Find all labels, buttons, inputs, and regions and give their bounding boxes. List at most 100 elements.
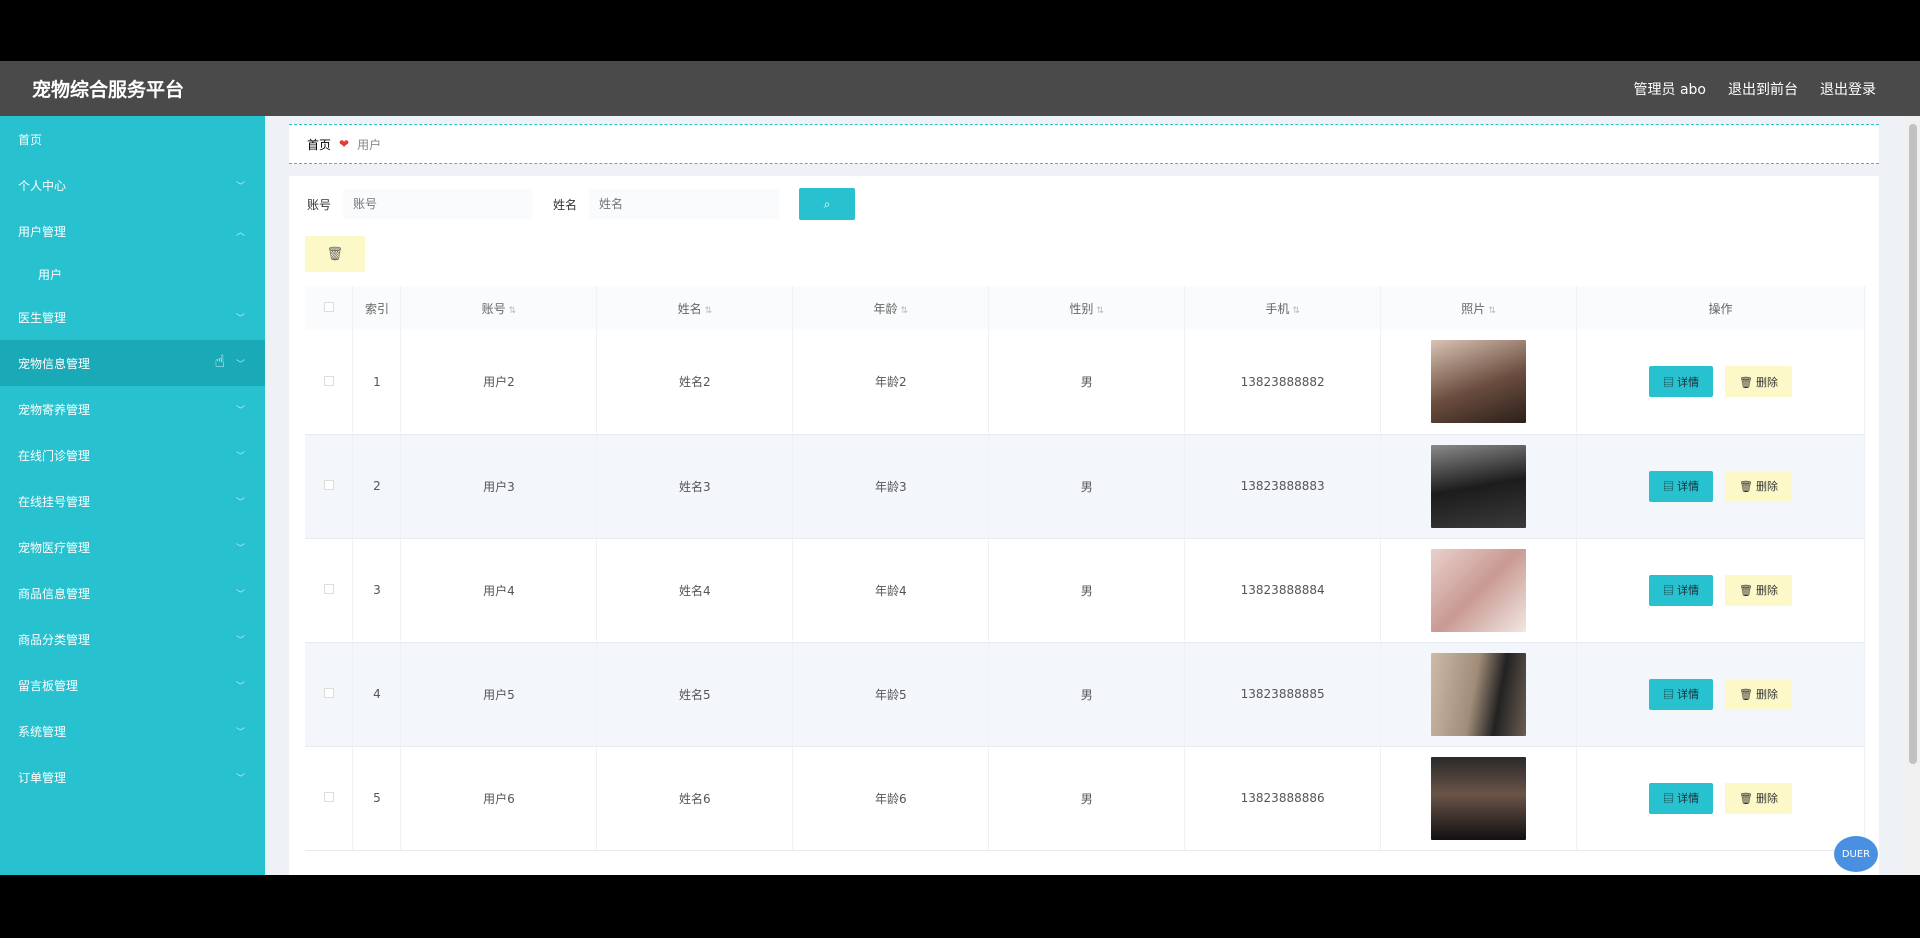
sort-icon[interactable]: ⇅: [705, 306, 713, 316]
cell-account: 用户5: [400, 642, 598, 747]
sidebar-subitem-user[interactable]: 用户: [0, 254, 265, 294]
cell-gender: 男: [988, 434, 1186, 539]
delete-button[interactable]: 🗑 删除: [1724, 470, 1792, 502]
cell-index: 3: [352, 538, 402, 643]
cell-actions: ▤ 详情 🗑 删除: [1576, 434, 1865, 539]
row-select-cell: [305, 642, 354, 747]
cell-photo: [1380, 746, 1578, 851]
detail-icon: ▤: [1663, 689, 1675, 701]
detail-button[interactable]: ▤ 详情: [1649, 574, 1714, 606]
col-phone[interactable]: 手机 ⇅: [1184, 286, 1382, 330]
row-checkbox[interactable]: [323, 480, 334, 490]
detail-icon: ▤: [1663, 481, 1675, 493]
sidebar-item-user-mgmt[interactable]: 用户管理 ︿: [0, 208, 265, 254]
cell-gender: 男: [988, 330, 1186, 435]
row-select-cell: [305, 330, 354, 435]
delete-button[interactable]: 🗑 删除: [1724, 366, 1792, 398]
sort-icon[interactable]: ⇅: [1292, 306, 1300, 316]
cell-phone: 13823888885: [1184, 642, 1382, 747]
table-row: 3 用户4 姓名4 年龄4 男 13823888884 ▤ 详情 🗑 删除: [305, 538, 1865, 643]
user-photo[interactable]: [1431, 756, 1527, 840]
name-search-input[interactable]: [589, 189, 780, 219]
select-all-checkbox[interactable]: [323, 302, 334, 312]
chevron-up-icon: ︿: [235, 227, 245, 238]
row-checkbox[interactable]: [323, 792, 334, 802]
sort-icon[interactable]: ⇅: [1488, 306, 1496, 316]
row-select-cell: [305, 434, 354, 539]
sidebar-item-label: 宠物信息管理: [18, 356, 91, 371]
cell-index: 4: [352, 642, 402, 747]
user-photo[interactable]: [1431, 340, 1527, 424]
cell-account: 用户6: [400, 746, 598, 851]
logout-link[interactable]: 退出登录: [1820, 79, 1876, 99]
sidebar-item-label: 用户管理: [18, 224, 67, 239]
search-button[interactable]: ⌕: [799, 188, 856, 220]
sidebar-item-pet-info[interactable]: 宠物信息管理 ☝ ﹀: [0, 340, 265, 386]
sidebar-item-registration[interactable]: 在线挂号管理 ﹀: [0, 478, 265, 524]
sidebar-item-product-category[interactable]: 商品分类管理 ﹀: [0, 616, 265, 662]
sidebar-item-clinic[interactable]: 在线门诊管理 ﹀: [0, 432, 265, 478]
detail-button[interactable]: ▤ 详情: [1649, 366, 1714, 398]
cell-phone: 13823888883: [1184, 434, 1382, 539]
breadcrumb-home[interactable]: 首页: [307, 136, 331, 153]
sidebar-item-profile[interactable]: 个人中心 ﹀: [0, 162, 265, 208]
col-name[interactable]: 姓名 ⇅: [596, 286, 794, 330]
sidebar-item-pet-medical[interactable]: 宠物医疗管理 ﹀: [0, 524, 265, 570]
col-photo[interactable]: 照片 ⇅: [1380, 286, 1578, 330]
row-checkbox[interactable]: [323, 584, 334, 594]
col-account[interactable]: 账号 ⇅: [400, 286, 598, 330]
breadcrumb: 首页 ❤ 用户: [289, 124, 1879, 164]
sort-icon[interactable]: ⇅: [1096, 306, 1104, 316]
cell-account: 用户3: [400, 434, 598, 539]
trash-icon: 🗑: [1738, 689, 1753, 701]
sidebar-item-orders[interactable]: 订单管理 ﹀: [0, 754, 265, 800]
chevron-down-icon: ﹀: [235, 727, 245, 738]
delete-button[interactable]: 🗑 删除: [1724, 782, 1792, 814]
sidebar-item-doctor[interactable]: 医生管理 ﹀: [0, 294, 265, 340]
breadcrumb-current: 用户: [357, 137, 382, 152]
sidebar-item-product-info[interactable]: 商品信息管理 ﹀: [0, 570, 265, 616]
sidebar-item-pet-boarding[interactable]: 宠物寄养管理 ﹀: [0, 386, 265, 432]
table-header-row: 索引 账号 ⇅ 姓名 ⇅ 年龄 ⇅ 性别 ⇅ 手机 ⇅ 照片 ⇅ 操作: [305, 286, 1865, 330]
detail-button[interactable]: ▤ 详情: [1649, 678, 1714, 710]
page-scrollbar[interactable]: [1906, 116, 1920, 875]
bulk-delete-button[interactable]: 🗑: [305, 236, 365, 272]
sidebar-item-system[interactable]: 系统管理 ﹀: [0, 708, 265, 754]
detail-icon: ▤: [1663, 376, 1675, 389]
detail-button[interactable]: ▤ 详情: [1649, 782, 1714, 814]
col-gender[interactable]: 性别 ⇅: [988, 286, 1186, 330]
scrollbar-thumb[interactable]: [1909, 124, 1917, 764]
account-search-input[interactable]: [343, 189, 534, 219]
user-photo[interactable]: [1431, 652, 1527, 736]
cell-actions: ▤ 详情 🗑 删除: [1576, 642, 1865, 747]
sort-icon[interactable]: ⇅: [509, 306, 517, 316]
cell-index: 5: [352, 746, 402, 851]
cell-actions: ▤ 详情 🗑 删除: [1576, 746, 1865, 851]
chevron-down-icon: ﹀: [235, 313, 245, 324]
admin-label[interactable]: 管理员 abo: [1634, 79, 1706, 99]
table-row: 5 用户6 姓名6 年龄6 男 13823888886 ▤ 详情 🗑 删除: [305, 746, 1865, 851]
sort-icon[interactable]: ⇅: [901, 306, 909, 316]
delete-button[interactable]: 🗑 删除: [1724, 678, 1792, 710]
user-photo[interactable]: [1431, 548, 1527, 632]
table-row: 2 用户3 姓名3 年龄3 男 13823888883 ▤ 详情 🗑 删除: [305, 434, 1865, 539]
detail-button[interactable]: ▤ 详情: [1649, 470, 1714, 502]
cell-name: 姓名6: [596, 746, 794, 851]
chevron-down-icon: ﹀: [235, 635, 245, 646]
cell-name: 姓名2: [596, 330, 794, 435]
sidebar-item-messages[interactable]: 留言板管理 ﹀: [0, 662, 265, 708]
front-link[interactable]: 退出到前台: [1728, 79, 1798, 99]
cell-name: 姓名5: [596, 642, 794, 747]
sidebar-item-label: 宠物医疗管理: [18, 540, 91, 555]
row-checkbox[interactable]: [323, 688, 334, 698]
delete-button[interactable]: 🗑 删除: [1724, 574, 1792, 606]
sidebar-item-label: 个人中心: [18, 178, 67, 193]
cell-photo: [1380, 538, 1578, 643]
row-checkbox[interactable]: [323, 375, 334, 386]
table-row: 1 用户2 姓名2 年龄2 男 13823888882 ▤ 详情 🗑 删除: [305, 330, 1865, 435]
chevron-down-icon: ﹀: [235, 543, 245, 554]
floating-assistant-badge[interactable]: DUER: [1834, 836, 1878, 872]
col-age[interactable]: 年龄 ⇅: [792, 286, 990, 330]
user-photo[interactable]: [1431, 444, 1527, 528]
sidebar-item-home[interactable]: 首页: [0, 116, 265, 162]
